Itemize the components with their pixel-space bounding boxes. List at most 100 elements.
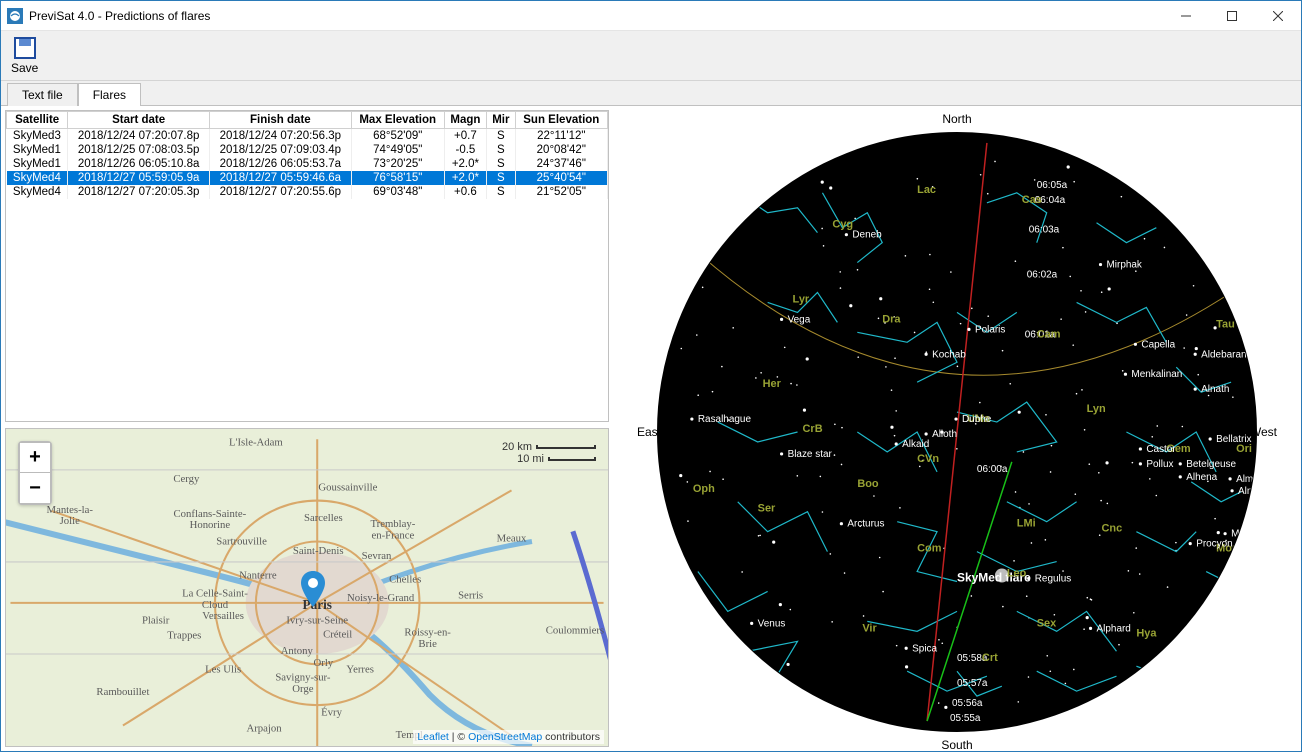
svg-text:Capella: Capella bbox=[1141, 339, 1175, 350]
svg-text:Ivry-sur-Seine: Ivry-sur-Seine bbox=[286, 614, 348, 626]
zoom-in-button[interactable]: + bbox=[20, 443, 50, 473]
svg-text:Kochab: Kochab bbox=[932, 349, 966, 360]
sky-chart: North South East West bbox=[637, 112, 1277, 752]
svg-text:Alioth: Alioth bbox=[932, 429, 957, 440]
svg-text:06:00a: 06:00a bbox=[977, 464, 1008, 475]
column-header[interactable]: Magn bbox=[444, 112, 486, 129]
svg-text:Dubhe: Dubhe bbox=[962, 414, 992, 425]
svg-text:Orly: Orly bbox=[314, 657, 334, 669]
svg-text:Jolie: Jolie bbox=[60, 515, 80, 527]
column-header[interactable]: Satellite bbox=[7, 112, 68, 129]
zoom-control: + − bbox=[18, 441, 52, 505]
svg-text:Sex: Sex bbox=[1037, 617, 1057, 629]
svg-text:Procyon: Procyon bbox=[1196, 539, 1233, 550]
svg-text:Aldebaran: Aldebaran bbox=[1201, 349, 1246, 360]
svg-text:06:02a: 06:02a bbox=[1027, 270, 1058, 281]
svg-text:Créteil: Créteil bbox=[323, 629, 352, 641]
tab-text-file[interactable]: Text file bbox=[7, 83, 78, 106]
flares-table[interactable]: SatelliteStart dateFinish dateMax Elevat… bbox=[5, 110, 609, 422]
svg-text:Alnath: Alnath bbox=[1201, 384, 1229, 395]
content: SatelliteStart dateFinish dateMax Elevat… bbox=[1, 105, 1301, 751]
svg-text:Deneb: Deneb bbox=[852, 230, 882, 241]
cardinal-north: North bbox=[942, 112, 971, 126]
svg-text:Dra: Dra bbox=[882, 313, 901, 325]
svg-text:Betelgeuse: Betelgeuse bbox=[1186, 459, 1236, 470]
leaflet-link[interactable]: Leaflet bbox=[417, 731, 449, 743]
osm-link[interactable]: OpenStreetMap bbox=[468, 731, 542, 743]
svg-text:Cam: Cam bbox=[1037, 328, 1061, 340]
svg-text:Tau: Tau bbox=[1216, 318, 1235, 330]
svg-text:Roissy-en-: Roissy-en- bbox=[404, 627, 451, 639]
window-title: PreviSat 4.0 - Predictions of flares bbox=[29, 9, 210, 23]
svg-text:Coulommiers: Coulommiers bbox=[546, 625, 604, 637]
tab-flares[interactable]: Flares bbox=[78, 83, 141, 106]
save-button[interactable]: Save bbox=[7, 35, 42, 77]
svg-text:05:55a: 05:55a bbox=[950, 713, 981, 724]
column-header[interactable]: Mir bbox=[487, 112, 516, 129]
svg-text:Bellatrix: Bellatrix bbox=[1216, 434, 1251, 445]
svg-text:Meaux: Meaux bbox=[497, 532, 527, 544]
svg-text:Rasalhague: Rasalhague bbox=[698, 414, 752, 425]
svg-text:Serris: Serris bbox=[458, 590, 483, 602]
svg-text:Cloud: Cloud bbox=[202, 599, 229, 611]
sky-circle[interactable]: 06:05a06:04a06:03a06:02a06:01a06:00a05:5… bbox=[657, 132, 1257, 732]
table-row[interactable]: SkyMed12018/12/26 06:05:10.8a2018/12/26 … bbox=[7, 157, 608, 171]
app-icon bbox=[7, 8, 23, 24]
save-icon bbox=[14, 37, 36, 59]
svg-text:Pyx: Pyx bbox=[1211, 682, 1231, 694]
svg-text:06:03a: 06:03a bbox=[1029, 225, 1060, 236]
svg-text:CrB: CrB bbox=[803, 423, 823, 435]
svg-text:Goussainville: Goussainville bbox=[318, 481, 377, 493]
svg-text:Venus: Venus bbox=[758, 618, 786, 629]
table-row[interactable]: SkyMed32018/12/24 07:20:07.8p2018/12/24 … bbox=[7, 129, 608, 144]
svg-text:La Celle-Saint-: La Celle-Saint- bbox=[182, 588, 248, 600]
svg-text:Alnitak: Alnitak bbox=[1238, 486, 1256, 497]
toolbar: Save bbox=[1, 31, 1301, 81]
svg-text:Blaze star: Blaze star bbox=[788, 449, 833, 460]
svg-text:Lyn: Lyn bbox=[1087, 403, 1106, 415]
tabstrip: Text file Flares bbox=[1, 81, 1301, 105]
titlebar: PreviSat 4.0 - Predictions of flares bbox=[1, 1, 1301, 31]
svg-text:LMi: LMi bbox=[1017, 518, 1036, 530]
svg-text:Cyg: Cyg bbox=[832, 219, 853, 231]
svg-text:Cergy: Cergy bbox=[173, 473, 200, 485]
svg-text:05:56a: 05:56a bbox=[952, 698, 983, 709]
svg-text:Chelles: Chelles bbox=[389, 573, 421, 585]
svg-text:Sirius: Sirius bbox=[1221, 588, 1246, 599]
minimize-button[interactable] bbox=[1163, 1, 1209, 31]
svg-text:Tremblay-: Tremblay- bbox=[370, 518, 415, 530]
column-header[interactable]: Start date bbox=[68, 112, 210, 129]
maximize-button[interactable] bbox=[1209, 1, 1255, 31]
svg-text:Conflans-Sainte-: Conflans-Sainte- bbox=[174, 508, 247, 520]
svg-text:Honorine: Honorine bbox=[190, 519, 231, 531]
svg-text:Lyr: Lyr bbox=[793, 293, 810, 305]
svg-text:Brie: Brie bbox=[418, 638, 437, 650]
svg-text:Regulus: Regulus bbox=[1035, 574, 1072, 585]
table-row[interactable]: SkyMed42018/12/27 07:20:05.3p2018/12/27 … bbox=[7, 185, 608, 199]
svg-text:05:57a: 05:57a bbox=[957, 678, 988, 689]
svg-text:Her: Her bbox=[763, 378, 782, 390]
svg-text:Alphard: Alphard bbox=[1097, 623, 1131, 634]
column-header[interactable]: Finish date bbox=[209, 112, 351, 129]
map-marker[interactable] bbox=[301, 571, 325, 607]
table-row[interactable]: SkyMed12018/12/25 07:08:03.5p2018/12/25 … bbox=[7, 143, 608, 157]
svg-text:Plaisir: Plaisir bbox=[142, 614, 170, 626]
table-row[interactable]: SkyMed42018/12/27 05:59:05.9a2018/12/27 … bbox=[7, 171, 608, 185]
svg-text:Cnc: Cnc bbox=[1102, 523, 1123, 535]
svg-text:Mantes-la-: Mantes-la- bbox=[47, 504, 94, 516]
svg-text:Vega: Vega bbox=[788, 314, 811, 325]
svg-text:Oph: Oph bbox=[693, 483, 715, 495]
svg-text:Mirzam: Mirzam bbox=[1231, 529, 1256, 540]
column-header[interactable]: Max Elevation bbox=[351, 112, 444, 129]
map[interactable]: L'Isle-AdamCergyGoussainvilleConflans-Sa… bbox=[5, 428, 609, 747]
svg-text:Castor: Castor bbox=[1146, 444, 1176, 455]
svg-text:Ant: Ant bbox=[1126, 692, 1145, 704]
svg-text:Crt: Crt bbox=[982, 652, 998, 664]
svg-text:Ser: Ser bbox=[758, 503, 776, 515]
svg-text:Yerres: Yerres bbox=[346, 663, 373, 675]
zoom-out-button[interactable]: − bbox=[20, 473, 50, 503]
close-button[interactable] bbox=[1255, 1, 1301, 31]
svg-text:Trappes: Trappes bbox=[167, 630, 201, 642]
column-header[interactable]: Sun Elevation bbox=[515, 112, 607, 129]
svg-text:Savigny-sur-: Savigny-sur- bbox=[275, 672, 331, 684]
